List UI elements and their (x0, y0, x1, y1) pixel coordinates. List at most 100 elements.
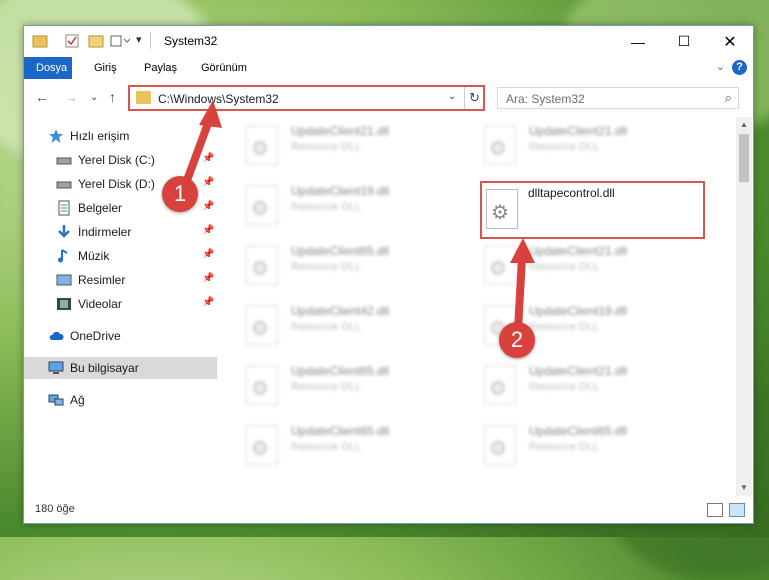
pin-icon[interactable]: 📌 (202, 297, 214, 308)
gear-icon: ⚙ (251, 318, 269, 340)
properties-icon[interactable] (64, 34, 80, 48)
sidebar-item-local-disk-c[interactable]: Yerel Disk (C:) 📌 (24, 149, 217, 171)
search-input[interactable]: Ara: System32 ⌕ (497, 87, 739, 109)
cloud-icon (49, 331, 64, 340)
folder-icon (136, 91, 151, 104)
file-type: Resource DLL (291, 141, 362, 153)
up-arrow-icon[interactable]: ↑ (109, 89, 116, 105)
gear-icon: ⚙ (251, 258, 269, 280)
step-1-badge: 1 (162, 176, 198, 212)
sidebar-item-this-pc[interactable]: Bu bilgisayar (24, 357, 217, 379)
tab-gorunum[interactable]: Görünüm (191, 57, 257, 79)
sidebar-item-onedrive[interactable]: OneDrive (24, 325, 217, 347)
navigation-bar: ← → ⌄ ↑ C:\Windows\System32 ⌄ ↻ Ara: Sys… (24, 81, 753, 115)
forward-arrow-icon[interactable]: → (64, 89, 78, 105)
tab-dosya[interactable]: Dosya (24, 57, 72, 79)
sidebar-item-quick-access[interactable]: Hızlı erişim (24, 125, 217, 147)
file-item[interactable]: ⚙ UpdateClient65.dll Resource DLL (234, 241, 459, 295)
file-name: UpdateClient65.dll (291, 424, 390, 438)
file-type: Resource DLL (291, 261, 362, 273)
pin-icon[interactable]: 📌 (202, 153, 214, 164)
address-bar[interactable]: C:\Windows\System32 ⌄ ↻ (128, 85, 485, 111)
sidebar-item-network[interactable]: Ağ (24, 389, 217, 411)
item-count: 180 öğe (35, 503, 75, 515)
gear-icon: ⚙ (251, 198, 269, 220)
file-type: Resource DLL (291, 201, 362, 213)
step-2-badge: 2 (499, 322, 535, 358)
dll-file-icon: ⚙ (486, 189, 518, 229)
file-type: Resource DLL (529, 261, 600, 273)
file-item[interactable]: ⚙ UpdateClient21.dll Resource DLL (472, 241, 697, 295)
drive-icon (56, 157, 72, 165)
file-item[interactable]: ⚙ UpdateClient21.dll Resource DLL (472, 361, 697, 415)
file-item[interactable]: ⚙ UpdateClient65.dll Resource DLL (234, 421, 459, 475)
sidebar-item-label: Ağ (70, 393, 85, 407)
large-icons-view-icon[interactable] (729, 503, 745, 517)
pin-icon[interactable]: 📌 (202, 177, 214, 188)
file-item[interactable]: ⚙ UpdateClient42.dll Resource DLL (234, 301, 459, 355)
file-item[interactable]: ⚙ UpdateClient21.dll Resource DLL (234, 121, 459, 175)
ribbon-tabs: Dosya Giriş Paylaş Görünüm ⌄ ? (24, 57, 753, 79)
pin-icon[interactable]: 📌 (202, 201, 214, 212)
refresh-icon[interactable]: ↻ (464, 87, 484, 109)
file-item[interactable]: ⚙ UpdateClient65.dll Resource DLL (234, 361, 459, 415)
minimize-button[interactable]: — (615, 26, 661, 57)
file-item[interactable]: ⚙ UpdateClient19.dll Resource DLL (234, 181, 459, 235)
details-view-icon[interactable] (707, 503, 723, 517)
tab-giris[interactable]: Giriş (84, 57, 127, 79)
back-arrow-icon[interactable]: ← (35, 89, 49, 105)
file-type: Resource DLL (529, 441, 600, 453)
close-button[interactable]: ✕ (707, 26, 753, 57)
gear-icon: ⚙ (491, 202, 509, 224)
tab-paylas[interactable]: Paylaş (134, 57, 187, 79)
address-dropdown-icon[interactable]: ⌄ (448, 91, 456, 102)
scroll-thumb[interactable] (739, 134, 749, 182)
sidebar-item-label: İndirmeler (78, 225, 132, 239)
help-icon[interactable]: ? (732, 60, 747, 75)
dll-file-icon: ⚙ (484, 245, 516, 285)
expand-ribbon-icon[interactable]: ⌄ (716, 60, 725, 73)
dll-file-icon: ⚙ (246, 365, 278, 405)
file-name: UpdateClient42.dll (291, 304, 390, 318)
dll-file-icon: ⚙ (246, 305, 278, 345)
status-bar: 180 öğe (24, 497, 753, 523)
dll-file-icon: ⚙ (246, 185, 278, 225)
file-item[interactable]: ⚙ UpdateClient65.dll Resource DLL (472, 421, 697, 475)
sidebar-item-videos[interactable]: Videolar 📌 (24, 293, 217, 315)
vertical-scrollbar[interactable]: ▲ ▼ (736, 117, 752, 496)
sidebar-item-label: Resimler (78, 273, 126, 287)
address-path[interactable]: C:\Windows\System32 (158, 92, 279, 106)
search-icon[interactable]: ⌕ (725, 90, 732, 106)
gear-icon: ⚙ (489, 378, 507, 400)
file-type: Resource DLL (529, 141, 600, 153)
sidebar-item-label: Müzik (78, 249, 110, 263)
pin-icon[interactable]: 📌 (202, 225, 214, 236)
pin-icon[interactable]: 📌 (202, 273, 214, 284)
view-dropdown-icon[interactable] (110, 34, 130, 48)
documents-icon (58, 200, 70, 216)
folder-icon[interactable] (32, 34, 48, 48)
gear-icon: ⚙ (251, 138, 269, 160)
dll-file-icon: ⚙ (246, 125, 278, 165)
scroll-up-icon[interactable]: ▲ (736, 117, 752, 133)
dll-file-icon: ⚙ (484, 365, 516, 405)
new-folder-icon[interactable] (88, 34, 104, 48)
sidebar-item-downloads[interactable]: İndirmeler 📌 (24, 221, 217, 243)
pin-icon[interactable]: 📌 (202, 249, 214, 260)
file-type: Resource DLL (291, 381, 362, 393)
file-name: UpdateClient19.dll (529, 304, 628, 318)
drive-icon (56, 181, 72, 189)
recent-locations-icon[interactable]: ⌄ (90, 92, 98, 103)
customize-toolbar-icon[interactable]: ▾ (136, 33, 142, 46)
title-bar: ▾ System32 — ☐ ✕ (24, 26, 753, 57)
sidebar-item-music[interactable]: Müzik 📌 (24, 245, 217, 267)
scroll-down-icon[interactable]: ▼ (736, 480, 752, 496)
sidebar-item-pictures[interactable]: Resimler 📌 (24, 269, 217, 291)
file-item[interactable]: ⚙ UpdateClient21.dll Resource DLL (472, 121, 697, 175)
dll-file-icon: ⚙ (246, 245, 278, 285)
file-type: Resource DLL (529, 381, 600, 393)
title-divider (150, 32, 151, 49)
gear-icon: ⚙ (489, 258, 507, 280)
file-item-dlltapecontrol[interactable]: ⚙ dlltapecontrol.dll (480, 181, 705, 239)
maximize-button[interactable]: ☐ (661, 26, 707, 57)
